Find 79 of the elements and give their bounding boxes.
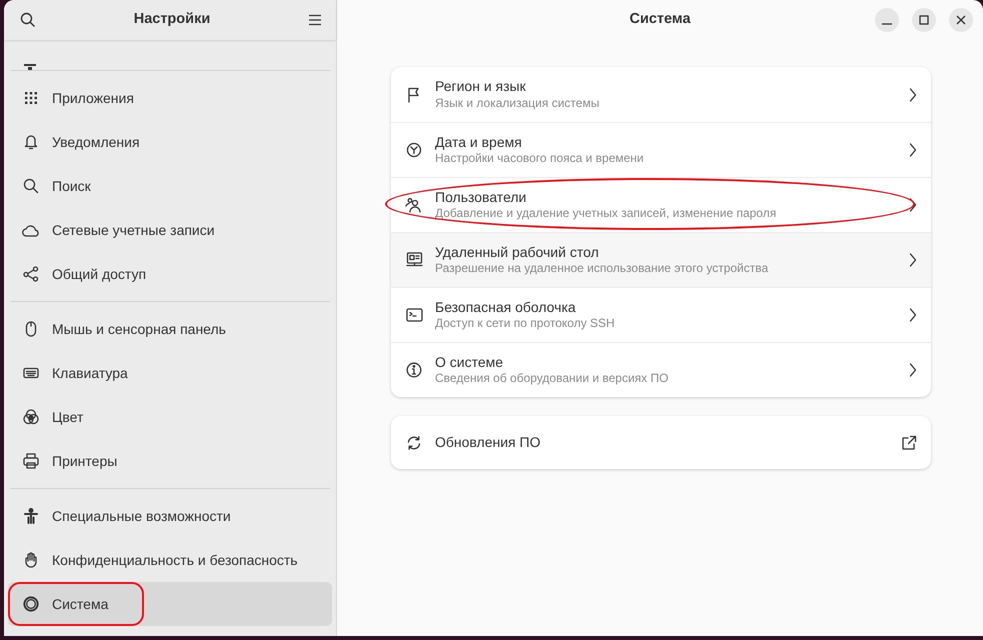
printer-icon bbox=[23, 453, 39, 469]
item-label: Приложения bbox=[52, 88, 134, 108]
monitor-icon bbox=[22, 64, 38, 70]
sidebar-item[interactable]: Приложения bbox=[8, 76, 332, 120]
item-label: Сетевые учетные записи bbox=[52, 220, 215, 240]
settings-row[interactable]: Удаленный рабочий стол Разрешение на удаленное использование этого устройства bbox=[391, 232, 931, 287]
terminal-icon bbox=[406, 308, 422, 322]
minimize-icon bbox=[882, 22, 892, 24]
sidebar-item[interactable]: Клавиатура bbox=[8, 351, 332, 395]
item-label: Конфиденциальность и безопасность bbox=[52, 550, 298, 570]
sidebar-item[interactable]: Цвет bbox=[8, 395, 332, 439]
refresh-icon bbox=[406, 434, 422, 450]
item-label: Поиск bbox=[52, 176, 91, 196]
sidebar-item[interactable]: Сетевые учетные записи bbox=[8, 208, 332, 252]
chevron-right-icon bbox=[909, 88, 917, 102]
search-icon bbox=[20, 12, 36, 28]
chevron-right-icon bbox=[909, 143, 917, 157]
color-circles-icon bbox=[23, 409, 39, 425]
close-button[interactable] bbox=[949, 8, 973, 32]
row-subtitle: Язык и локализация системы bbox=[435, 96, 600, 111]
remote-desktop-icon bbox=[406, 252, 422, 268]
row-subtitle: Добавление и удаление учетных записей, изменение пароля bbox=[435, 206, 778, 222]
item-label: Система bbox=[52, 594, 108, 614]
info-icon bbox=[406, 362, 422, 378]
row-title: Удаленный рабочий стол bbox=[435, 244, 600, 262]
mouse-icon bbox=[25, 321, 37, 337]
person-icon bbox=[24, 508, 38, 524]
row-title: Дата и время bbox=[435, 134, 523, 152]
row-subtitle: Доступ к сети по протоколу SSH bbox=[435, 316, 616, 332]
search-icon bbox=[23, 178, 39, 194]
sidebar-title: Настройки bbox=[134, 10, 210, 30]
item-label: Принтеры bbox=[52, 452, 118, 471]
share-icon bbox=[23, 266, 39, 282]
chevron-right-icon bbox=[909, 363, 917, 377]
sidebar-item[interactable]: Мышь и сенсорная панель bbox=[8, 307, 332, 351]
gear-icon bbox=[23, 596, 39, 612]
row-title: Безопасная оболочка bbox=[435, 298, 577, 316]
sidebar-item[interactable]: Уведомления bbox=[8, 120, 332, 164]
flag-icon bbox=[407, 86, 421, 102]
sidebar-item[interactable]: Конфиденциальность и безопасность bbox=[8, 538, 332, 582]
settings-row[interactable]: О системе Сведения об оборудовании и версиях ПО bbox=[391, 342, 931, 397]
chevron-right-icon bbox=[909, 253, 917, 267]
row-title: Регион и язык bbox=[435, 78, 527, 96]
settings-row[interactable]: Дата и время Настройки часового пояса и времени bbox=[391, 122, 931, 177]
row-subtitle: Сведения об оборудовании и версиях ПО bbox=[435, 371, 670, 386]
item-label: Мышь и сенсорная панель bbox=[52, 320, 226, 339]
keyboard-icon bbox=[23, 367, 39, 379]
maximize-icon bbox=[919, 15, 929, 25]
row-subtitle: Настройки часового пояса и времени bbox=[435, 151, 645, 166]
item-label: Уведомления bbox=[52, 132, 140, 152]
sidebar-item[interactable]: Система bbox=[8, 582, 332, 626]
settings-row[interactable]: Регион и язык Язык и локализация системы bbox=[391, 67, 931, 122]
grid-icon bbox=[24, 91, 38, 105]
hand-icon bbox=[24, 552, 38, 568]
chevron-right-icon bbox=[909, 198, 917, 212]
sidebar-item[interactable]: Специальные возможности bbox=[8, 494, 332, 538]
sidebar-item[interactable]: Общий доступ bbox=[8, 252, 332, 296]
maximize-button[interactable] bbox=[912, 8, 936, 32]
menu-icon bbox=[308, 14, 322, 26]
users-icon bbox=[405, 197, 423, 213]
item-label: Специальные возможности bbox=[52, 506, 231, 526]
row-title: О системе bbox=[435, 354, 504, 372]
close-icon bbox=[956, 15, 966, 25]
row-title: Обновления ПО bbox=[435, 434, 542, 452]
settings-row[interactable]: Безопасная оболочка Доступ к сети по протоколу SSH bbox=[391, 287, 931, 342]
settings-row[interactable]: Обновления ПО bbox=[391, 416, 931, 469]
page-title: Система bbox=[629, 10, 691, 30]
clock-icon bbox=[406, 142, 422, 158]
bell-icon bbox=[24, 134, 38, 150]
cloud-icon bbox=[22, 224, 40, 236]
item-label: Общий доступ bbox=[52, 264, 146, 284]
item-label: Клавиатура bbox=[52, 364, 128, 383]
external-link-icon bbox=[901, 434, 917, 450]
row-title: Пользователи bbox=[435, 188, 528, 206]
row-subtitle: Разрешение на удаленное использование этого устройства bbox=[435, 261, 770, 276]
sidebar-item[interactable]: Принтеры bbox=[8, 439, 332, 483]
chevron-right-icon bbox=[909, 308, 917, 322]
item-label: Цвет bbox=[52, 408, 84, 427]
sidebar-item[interactable]: Поиск bbox=[8, 164, 332, 208]
